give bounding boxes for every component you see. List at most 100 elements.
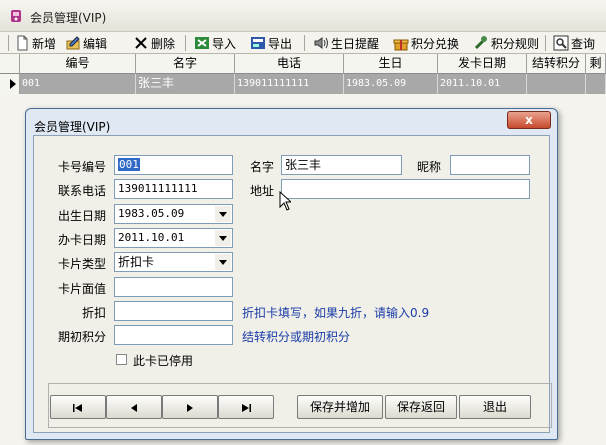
toolbar: 新增 编辑 删除 导入 导出 生日提醒 积分兑换 积分规则 查询 <box>0 32 606 54</box>
header-name[interactable]: 名字 <box>136 54 235 74</box>
name-field[interactable]: 张三丰 <box>281 155 402 175</box>
exit-button[interactable]: 退出 <box>459 395 531 419</box>
close-button[interactable]: x <box>507 111 551 129</box>
issue-date-picker[interactable]: 2011.10.01 <box>114 228 233 248</box>
last-icon <box>242 403 251 412</box>
first-icon <box>73 403 82 412</box>
initial-points-hint: 结转积分或期初积分 <box>242 330 351 344</box>
birthday-reminder-label: 生日提醒 <box>331 36 380 51</box>
import-button[interactable]: 导入 <box>194 33 236 53</box>
last-record-button[interactable] <box>218 395 274 419</box>
card-face-label: 卡片面值 <box>58 282 107 296</box>
gift-icon <box>393 39 409 51</box>
header-phone[interactable]: 电话 <box>235 54 344 74</box>
header-rest[interactable]: 剩 <box>586 54 606 74</box>
discount-hint: 折扣卡填写，如果九折，请输入0.9 <box>242 306 430 320</box>
table-row[interactable]: 001 张三丰 139011111111 1983.05.09 2011.10.… <box>0 74 606 94</box>
phone-label: 联系电话 <box>58 184 107 198</box>
header-carry-points[interactable]: 结转积分 <box>527 54 586 74</box>
header-issue-date[interactable]: 发卡日期 <box>438 54 527 74</box>
cell-birthday[interactable]: 1983.05.09 <box>344 74 438 94</box>
card-no-label: 卡号编号 <box>58 160 107 174</box>
card-type-value: 折扣卡 <box>118 255 155 269</box>
edit-button[interactable]: 编辑 <box>65 33 107 53</box>
initial-points-label: 期初积分 <box>58 330 107 344</box>
card-no-field[interactable]: 001 <box>114 155 233 175</box>
phone-field[interactable]: 139011111111 <box>114 179 233 199</box>
header-birthday[interactable]: 生日 <box>344 54 438 74</box>
points-exchange-label: 积分兑换 <box>411 36 460 51</box>
speaker-icon <box>314 37 328 49</box>
delete-button[interactable]: 删除 <box>133 33 175 53</box>
window-title: 会员管理(VIP) <box>30 11 107 25</box>
points-exchange-button[interactable]: 积分兑换 <box>393 33 459 53</box>
birthday-reminder-button[interactable]: 生日提醒 <box>313 33 379 53</box>
edit-icon <box>66 36 80 50</box>
card-type-label: 卡片类型 <box>58 257 107 271</box>
disabled-label: 此卡已停用 <box>133 354 194 368</box>
header-id[interactable]: 编号 <box>20 54 136 74</box>
cell-phone[interactable]: 139011111111 <box>235 74 344 94</box>
next-record-button[interactable] <box>162 395 218 419</box>
nickname-field[interactable] <box>450 155 530 175</box>
cell-carry-points[interactable] <box>527 74 586 94</box>
grid-header: 编号 名字 电话 生日 发卡日期 结转积分 剩 <box>0 54 606 74</box>
save-and-add-button[interactable]: 保存并增加 <box>297 395 383 419</box>
birth-date-value: 1983.05.09 <box>118 207 185 220</box>
nickname-label: 昵称 <box>417 160 442 174</box>
import-icon <box>195 37 209 49</box>
points-rules-button[interactable]: 积分规则 <box>473 33 539 53</box>
chevron-down-icon[interactable] <box>215 230 231 246</box>
export-icon <box>251 37 265 49</box>
tools-icon <box>474 36 487 50</box>
card-face-field[interactable] <box>114 277 233 297</box>
query-label: 查询 <box>571 36 596 51</box>
disabled-checkbox[interactable] <box>116 354 127 365</box>
dialog-title: 会员管理(VIP) <box>34 120 111 134</box>
address-field[interactable] <box>281 179 530 199</box>
new-document-icon <box>17 35 28 51</box>
birth-date-picker[interactable]: 1983.05.09 <box>114 204 233 224</box>
mouse-cursor-icon <box>279 191 291 211</box>
add-button[interactable]: 新增 <box>14 33 56 53</box>
points-rules-label: 积分规则 <box>491 36 540 51</box>
delete-label: 删除 <box>151 36 176 51</box>
discount-field[interactable] <box>114 301 233 321</box>
cell-name[interactable]: 张三丰 <box>136 74 235 94</box>
main-title-bar: 会员管理(VIP) <box>0 0 606 32</box>
cell-issue-date[interactable]: 2011.10.01 <box>438 74 527 94</box>
import-label: 导入 <box>212 36 237 51</box>
previous-record-button[interactable] <box>106 395 162 419</box>
cell-id[interactable]: 001 <box>20 74 136 94</box>
name-label: 名字 <box>250 160 275 174</box>
search-icon <box>553 35 569 51</box>
row-pointer-icon <box>0 74 20 94</box>
previous-icon <box>131 403 137 412</box>
toolbar-separator <box>304 35 305 51</box>
app-icon <box>11 10 21 22</box>
next-icon <box>187 403 193 412</box>
discount-label: 折扣 <box>82 306 107 320</box>
birth-date-label: 出生日期 <box>58 209 107 223</box>
initial-points-field[interactable] <box>114 325 233 345</box>
delete-icon <box>135 37 147 49</box>
chevron-down-icon[interactable] <box>215 206 231 222</box>
export-button[interactable]: 导出 <box>250 33 292 53</box>
cell-rest[interactable] <box>586 74 606 94</box>
add-label: 新增 <box>32 36 57 51</box>
issue-date-value: 2011.10.01 <box>118 231 185 244</box>
query-button[interactable]: 查询 <box>553 33 595 53</box>
save-and-return-button[interactable]: 保存返回 <box>385 395 457 419</box>
export-label: 导出 <box>268 36 293 51</box>
close-icon: x <box>525 113 533 127</box>
toolbar-separator <box>185 35 186 51</box>
header-indicator <box>0 54 20 74</box>
card-type-select[interactable]: 折扣卡 <box>114 252 233 272</box>
first-record-button[interactable] <box>50 395 106 419</box>
edit-label: 编辑 <box>83 36 108 51</box>
toolbar-grip <box>8 35 9 51</box>
issue-date-label: 办卡日期 <box>58 233 107 247</box>
chevron-down-icon[interactable] <box>215 254 231 270</box>
address-label: 地址 <box>250 184 275 198</box>
toolbar-separator <box>545 35 546 51</box>
